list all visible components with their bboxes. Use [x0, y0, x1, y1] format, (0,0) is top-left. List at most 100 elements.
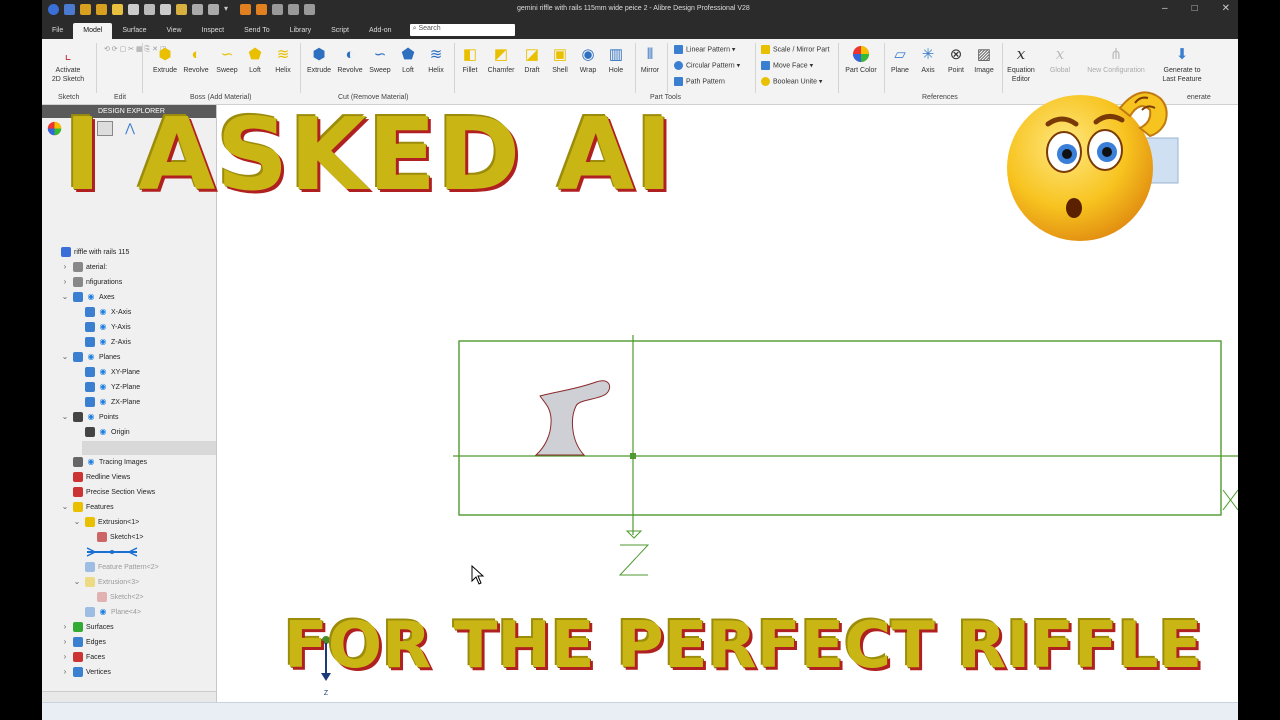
circular-pattern-button[interactable]: Circular Pattern ▾ — [674, 61, 740, 70]
tree-item[interactable]: ◉ ZX-Plane — [72, 395, 140, 409]
boolean-unite-button[interactable]: Boolean Unite ▾ — [761, 77, 822, 86]
visibility-eye-icon[interactable]: ◉ — [98, 322, 108, 332]
riffle-profile-sketch[interactable] — [534, 380, 611, 456]
expand-chevron-icon[interactable]: › — [60, 667, 70, 677]
redo-icon[interactable] — [96, 4, 107, 15]
origin-point[interactable] — [630, 453, 636, 459]
expand-chevron-icon[interactable]: › — [60, 622, 70, 632]
app-logo-icon[interactable] — [48, 4, 59, 15]
path-pattern-button[interactable]: Path Pattern — [674, 77, 725, 86]
extrude-button[interactable]: ⬢ Extrude — [148, 44, 182, 75]
zoom-icon[interactable] — [288, 4, 299, 15]
expand-chevron-icon[interactable] — [72, 547, 82, 557]
tree-item[interactable]: ⌄ ◉ Points — [60, 410, 118, 424]
part-color-button[interactable]: Part Color — [842, 44, 880, 75]
tree-item[interactable] — [72, 545, 142, 559]
maximize-button[interactable]: □ — [1192, 3, 1198, 14]
fillet-button[interactable]: ◧ Fillet — [453, 44, 487, 75]
visibility-eye-icon[interactable]: ◉ — [98, 337, 108, 347]
image-button[interactable]: ▨ Image — [967, 44, 1001, 75]
corner-left-icon[interactable] — [240, 4, 251, 15]
expand-chevron-icon[interactable]: ⌄ — [60, 502, 70, 512]
expand-chevron-icon[interactable] — [72, 427, 82, 437]
open-icon[interactable] — [128, 4, 139, 15]
tree-item[interactable]: › aterial: — [60, 260, 107, 274]
sketch-rectangle[interactable] — [458, 340, 1222, 516]
tree-item[interactable]: › nfigurations — [60, 275, 122, 289]
expand-chevron-icon[interactable]: › — [60, 262, 70, 272]
expand-chevron-icon[interactable]: › — [60, 652, 70, 662]
expand-chevron-icon[interactable] — [72, 442, 82, 452]
chamfer-button[interactable]: ◩ Chamfer — [484, 44, 518, 75]
settings-icon[interactable] — [208, 4, 219, 15]
tab-view[interactable]: View — [156, 23, 191, 39]
tree-item[interactable]: Redline Views — [60, 470, 130, 484]
expand-chevron-icon[interactable] — [72, 367, 82, 377]
helix-cut-button[interactable]: ≋ Helix — [419, 44, 453, 75]
visibility-eye-icon[interactable]: ◉ — [86, 457, 96, 467]
scale-mirror-button[interactable]: Scale / Mirror Part — [761, 45, 829, 54]
revolve-button[interactable]: ◐ Revolve — [179, 44, 213, 75]
tree-item[interactable]: ◉ Origin — [72, 425, 130, 439]
tree-item[interactable]: › Edges — [60, 635, 106, 649]
tree-item[interactable]: ⌄ Extrusion<1> — [72, 515, 139, 529]
expand-chevron-icon[interactable] — [60, 457, 70, 467]
expand-chevron-icon[interactable] — [60, 487, 70, 497]
measure-icon[interactable] — [272, 4, 283, 15]
save-icon[interactable] — [64, 4, 75, 15]
tree-item[interactable]: ◉ XY-Plane — [72, 365, 140, 379]
tree-item[interactable]: Sketch<2> — [84, 590, 143, 604]
tab-surface[interactable]: Surface — [112, 23, 156, 39]
tree-item[interactable]: Feature Pattern<2> — [72, 560, 159, 574]
tree-item[interactable]: ◉ X-Axis — [72, 305, 131, 319]
tree-item[interactable]: › Vertices — [60, 665, 111, 679]
tree-item[interactable]: ◉ Y-Axis — [72, 320, 131, 334]
tree-item[interactable]: ⌄ ◉ Planes — [60, 350, 120, 364]
expand-chevron-icon[interactable] — [72, 337, 82, 347]
expand-chevron-icon[interactable] — [72, 397, 82, 407]
tree-item[interactable]: ⌄ Extrusion<3> — [72, 575, 139, 589]
tab-file[interactable]: File — [42, 23, 73, 39]
visibility-eye-icon[interactable]: ◉ — [86, 352, 96, 362]
tab-model[interactable]: Model — [73, 23, 113, 39]
visibility-eye-icon[interactable]: ◉ — [98, 307, 108, 317]
minimize-button[interactable]: – — [1162, 3, 1168, 14]
tab-library[interactable]: Library — [280, 23, 321, 39]
visibility-eye-icon[interactable]: ◉ — [98, 397, 108, 407]
expand-chevron-icon[interactable] — [72, 307, 82, 317]
tree-item[interactable]: ◉ Z-Axis — [72, 335, 131, 349]
print-icon[interactable] — [144, 4, 155, 15]
expand-chevron-icon[interactable] — [72, 322, 82, 332]
visibility-eye-icon[interactable]: ◉ — [98, 382, 108, 392]
dropdown-icon[interactable]: ▾ — [224, 4, 235, 15]
tree-item[interactable]: › Surfaces — [60, 620, 114, 634]
copy-icon[interactable] — [160, 4, 171, 15]
activate-2d-sketch-button[interactable]: ⌞ Activate 2D Sketch — [47, 44, 89, 84]
visibility-eye-icon[interactable]: ◉ — [86, 412, 96, 422]
expand-chevron-icon[interactable]: › — [60, 637, 70, 647]
tab-add-on[interactable]: Add-on — [359, 23, 402, 39]
expand-chevron-icon[interactable]: ⌄ — [72, 577, 82, 587]
tree-item[interactable]: ◉ Tracing Images — [60, 455, 147, 469]
visibility-eye-icon[interactable]: ◉ — [98, 367, 108, 377]
undo-icon[interactable] — [80, 4, 91, 15]
expand-chevron-icon[interactable] — [48, 247, 58, 257]
close-button[interactable]: ✕ — [1222, 3, 1230, 14]
expand-chevron-icon[interactable]: ⌄ — [72, 517, 82, 527]
tree-item[interactable]: Sketch<1> — [84, 530, 143, 544]
expand-chevron-icon[interactable] — [72, 382, 82, 392]
tree-item[interactable]: ◉ YZ-Plane — [72, 380, 140, 394]
visibility-eye-icon[interactable]: ◉ — [86, 292, 96, 302]
tab-script[interactable]: Script — [321, 23, 359, 39]
tree-item[interactable]: ⌄ Features — [60, 500, 114, 514]
hole-button[interactable]: ▥ Hole — [599, 44, 633, 75]
corner-right-icon[interactable] — [256, 4, 267, 15]
expand-chevron-icon[interactable]: › — [60, 277, 70, 287]
horizontal-scrollbar[interactable] — [42, 691, 216, 702]
paste-icon[interactable] — [176, 4, 187, 15]
global-button[interactable]: x Global — [1043, 44, 1077, 75]
tab-send-to[interactable]: Send To — [234, 23, 280, 39]
expand-chevron-icon[interactable] — [84, 592, 94, 602]
extrude-cut-button[interactable]: ⬢ Extrude — [302, 44, 336, 75]
helix-button[interactable]: ≋ Helix — [266, 44, 300, 75]
